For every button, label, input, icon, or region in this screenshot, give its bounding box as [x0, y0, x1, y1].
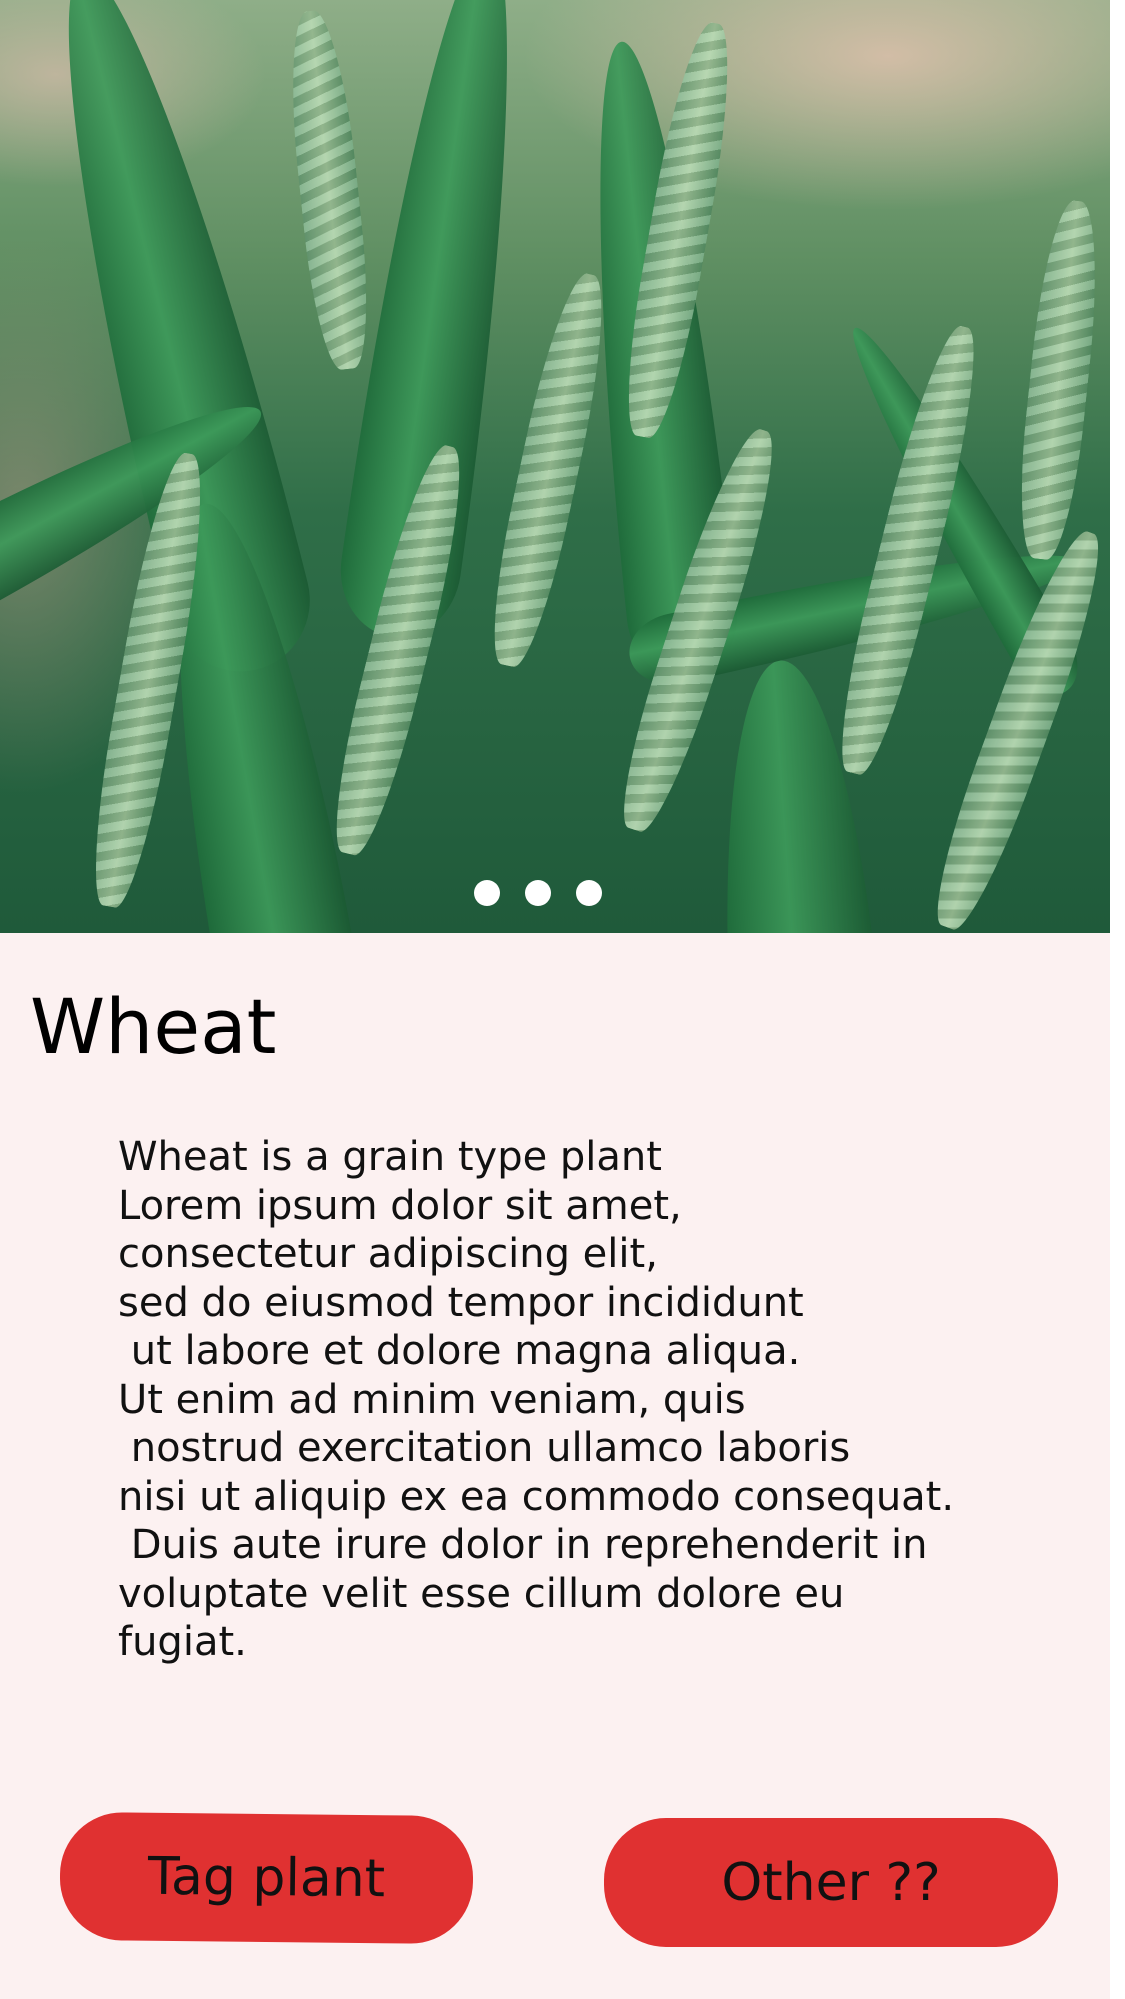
wheat-ear	[281, 7, 377, 373]
description-line: consectetur adipiscing elit,	[118, 1231, 658, 1277]
description-line: Duis aute irure dolor in reprehenderit i…	[118, 1522, 928, 1568]
wheat-ear	[479, 268, 619, 672]
plant-detail-screen: Wheat Wheat is a grain type plant Lorem …	[0, 0, 1110, 1999]
description-line: ut labore et dolore magna aliqua.	[118, 1328, 801, 1374]
other-button-label: Other ??	[721, 1852, 941, 1913]
description-line: voluptate velit esse cillum dolore eu	[118, 1570, 845, 1617]
carousel-dot[interactable]	[474, 880, 500, 906]
plant-description: Wheat is a grain type plant Lorem ipsum …	[118, 1133, 1018, 1667]
carousel-dot[interactable]	[525, 880, 551, 906]
carousel-dots	[474, 880, 602, 906]
carousel-dot[interactable]	[576, 880, 602, 906]
description-line: fugiat.	[118, 1619, 247, 1665]
description-line: sed do eiusmod tempor incididunt	[118, 1279, 804, 1326]
description-line: nisi ut aliquip ex ea commodo consequat.	[118, 1473, 955, 1520]
other-button[interactable]: Other ??	[604, 1818, 1058, 1947]
wheat-ear	[1011, 197, 1107, 563]
screen-edge	[1110, 0, 1125, 1999]
plant-image-carousel[interactable]	[0, 0, 1110, 933]
description-line: Ut enim ad minim veniam, quis	[118, 1376, 746, 1423]
description-line: Lorem ipsum dolor sit amet,	[118, 1182, 682, 1229]
tag-plant-button-label: Tag plant	[147, 1846, 386, 1910]
plant-title: Wheat	[30, 982, 277, 1071]
description-line: nostrud exercitation ullamco laboris	[118, 1425, 851, 1471]
tag-plant-button[interactable]: Tag plant	[59, 1811, 474, 1945]
description-line: Wheat is a grain type plant	[118, 1134, 662, 1180]
